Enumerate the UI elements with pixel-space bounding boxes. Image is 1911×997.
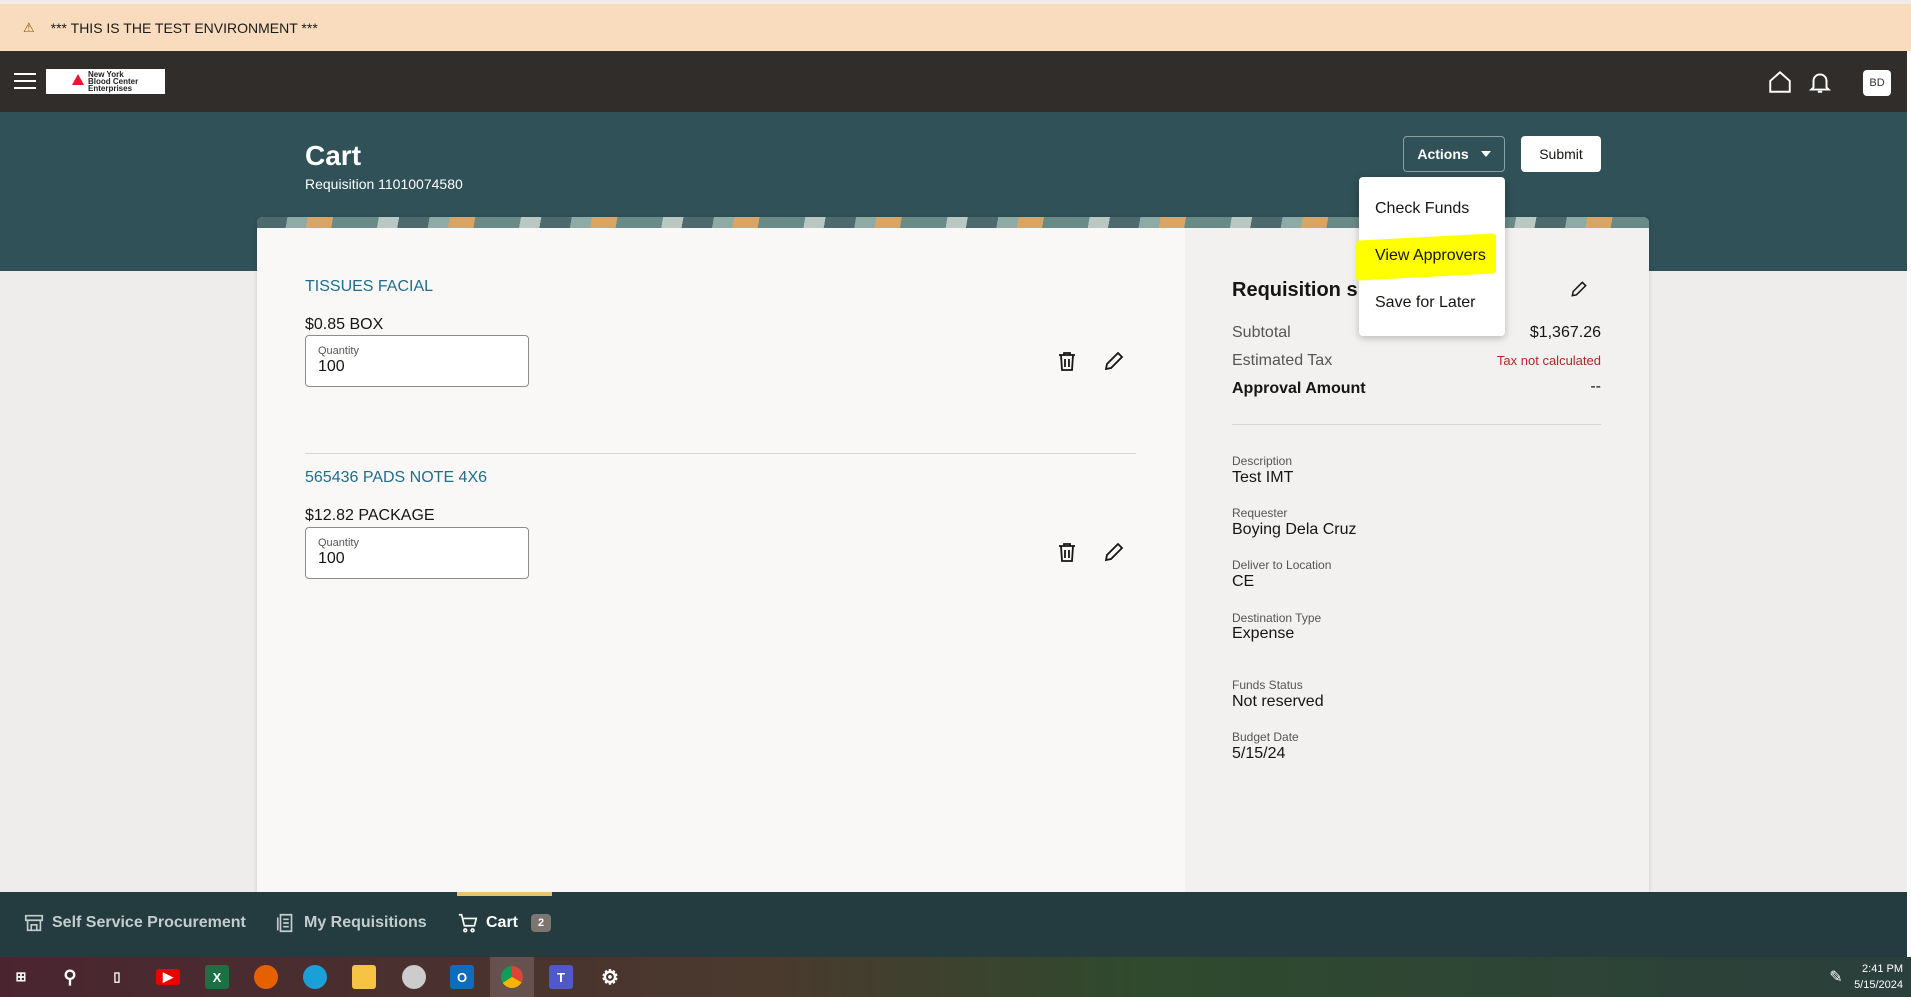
pencil-icon[interactable] (1102, 349, 1126, 373)
bell-icon[interactable] (1807, 69, 1833, 95)
task-view-icon[interactable]: ▯ (105, 965, 129, 989)
settings-icon[interactable]: ⚙ (598, 965, 622, 989)
excel-icon[interactable]: X (205, 965, 229, 989)
menu-icon[interactable] (14, 73, 36, 89)
field-value: 5/15/24 (1232, 745, 1286, 762)
page-title: Cart (305, 140, 362, 171)
chrome-icon (501, 966, 523, 988)
menu-item-view-approvers[interactable]: View Approvers (1375, 247, 1486, 265)
youtube-icon[interactable]: ▶ (156, 969, 180, 985)
field-label: Requester (1232, 506, 1288, 520)
field-value: Expense (1232, 625, 1295, 642)
chrome-taskbar-button[interactable] (490, 957, 534, 997)
approval-value: -- (1590, 378, 1601, 395)
subtotal-label: Subtotal (1232, 324, 1291, 341)
clock-date: 5/15/2024 (1854, 979, 1903, 991)
item-title[interactable]: TISSUES FACIAL (305, 278, 433, 296)
quantity-label: Quantity (318, 537, 359, 549)
document-list-icon (276, 913, 293, 933)
nav-label: Self Service Procurement (52, 914, 246, 931)
active-indicator (457, 892, 552, 896)
quantity-value[interactable]: 100 (318, 550, 516, 568)
banner-text: *** THIS IS THE TEST ENVIRONMENT *** (50, 19, 318, 36)
scrollbar[interactable] (1907, 51, 1911, 957)
item-price: $12.82 PACKAGE (305, 507, 435, 524)
logo-line: Enterprises (88, 84, 133, 93)
trash-icon[interactable] (1055, 349, 1079, 373)
nav-cart[interactable]: Cart 2 (457, 912, 552, 934)
field-label: Destination Type (1232, 611, 1322, 625)
item-price: $0.85 BOX (305, 316, 384, 333)
field-label: Deliver to Location (1232, 558, 1332, 572)
pen-icon[interactable]: ✎ (1824, 965, 1848, 989)
submit-button[interactable]: Submit (1521, 136, 1601, 172)
tax-label: Estimated Tax (1232, 352, 1333, 369)
file-explorer-icon[interactable] (352, 965, 376, 989)
nav-my-requisitions[interactable]: My Requisitions (275, 912, 427, 934)
field-label: Funds Status (1232, 678, 1303, 692)
windows-start-icon[interactable]: ⊞ (9, 965, 33, 989)
menu-item-save-for-later[interactable]: Save for Later (1375, 294, 1476, 312)
search-icon[interactable]: ⚲ (58, 965, 82, 989)
approval-label: Approval Amount (1232, 380, 1366, 397)
menu-item-check-funds[interactable]: Check Funds (1375, 200, 1469, 218)
caret-down-icon (1480, 151, 1491, 157)
pencil-icon[interactable] (1102, 540, 1126, 564)
quantity-label: Quantity (318, 345, 359, 357)
requisition-number: Requisition 11010074580 (305, 176, 463, 192)
field-value: CE (1232, 573, 1255, 590)
logo[interactable]: New York Blood Center Enterprises (46, 69, 165, 94)
summary-divider (1232, 424, 1601, 425)
warning-icon: ⚠ (23, 19, 35, 35)
item-title[interactable]: 565436 PADS NOTE 4X6 (305, 469, 487, 487)
field-label: Budget Date (1232, 730, 1299, 744)
field-value: Test IMT (1232, 469, 1294, 486)
tax-value: Tax not calculated (1496, 353, 1601, 368)
cart-count-badge: 2 (531, 914, 552, 932)
subtotal-value: $1,367.26 (1529, 324, 1601, 341)
avatar[interactable]: BD (1863, 70, 1891, 96)
edge-icon[interactable] (303, 965, 327, 989)
field-label: Description (1232, 454, 1293, 468)
outlook-icon[interactable]: O (450, 965, 474, 989)
bottom-navigation: Self Service Procurement My Requisitions… (0, 892, 1911, 957)
teams-icon[interactable]: T (549, 965, 573, 989)
actions-label: Actions (1417, 146, 1469, 162)
test-environment-banner: ⚠ *** THIS IS THE TEST ENVIRONMENT *** (0, 4, 1911, 51)
firefox-icon[interactable] (254, 965, 278, 989)
nav-label: Cart (486, 914, 519, 931)
actions-button[interactable]: Actions (1403, 136, 1505, 172)
nav-label: My Requisitions (304, 914, 427, 931)
quantity-value[interactable]: 100 (318, 358, 516, 376)
actions-menu: Check Funds View Approvers Save for Late… (1356, 177, 1505, 336)
field-value: Not reserved (1232, 693, 1324, 710)
summary-title: Requisition s (1232, 279, 1358, 301)
store-icon (24, 914, 44, 932)
clock-time: 2:41 PM (1862, 963, 1903, 975)
quantity-field[interactable]: Quantity 100 (305, 335, 529, 387)
nav-self-service-procurement[interactable]: Self Service Procurement (23, 912, 246, 934)
windows-taskbar: ⊞ ⚲ ▯ ▶ X O T ⚙ ✎ 2:41 PM 5/15/2024 (0, 957, 1911, 997)
trash-icon[interactable] (1055, 540, 1079, 564)
app-header: New York Blood Center Enterprises BD (0, 51, 1911, 112)
pencil-icon[interactable] (1569, 279, 1589, 299)
item-divider (305, 453, 1136, 454)
system-clock[interactable]: 2:41 PM 5/15/2024 (1854, 961, 1903, 993)
snipping-tool-icon[interactable] (402, 965, 426, 989)
field-value: Boying Dela Cruz (1232, 521, 1357, 538)
home-icon[interactable] (1767, 69, 1793, 95)
cart-icon (458, 913, 478, 933)
quantity-field[interactable]: Quantity 100 (305, 527, 529, 579)
